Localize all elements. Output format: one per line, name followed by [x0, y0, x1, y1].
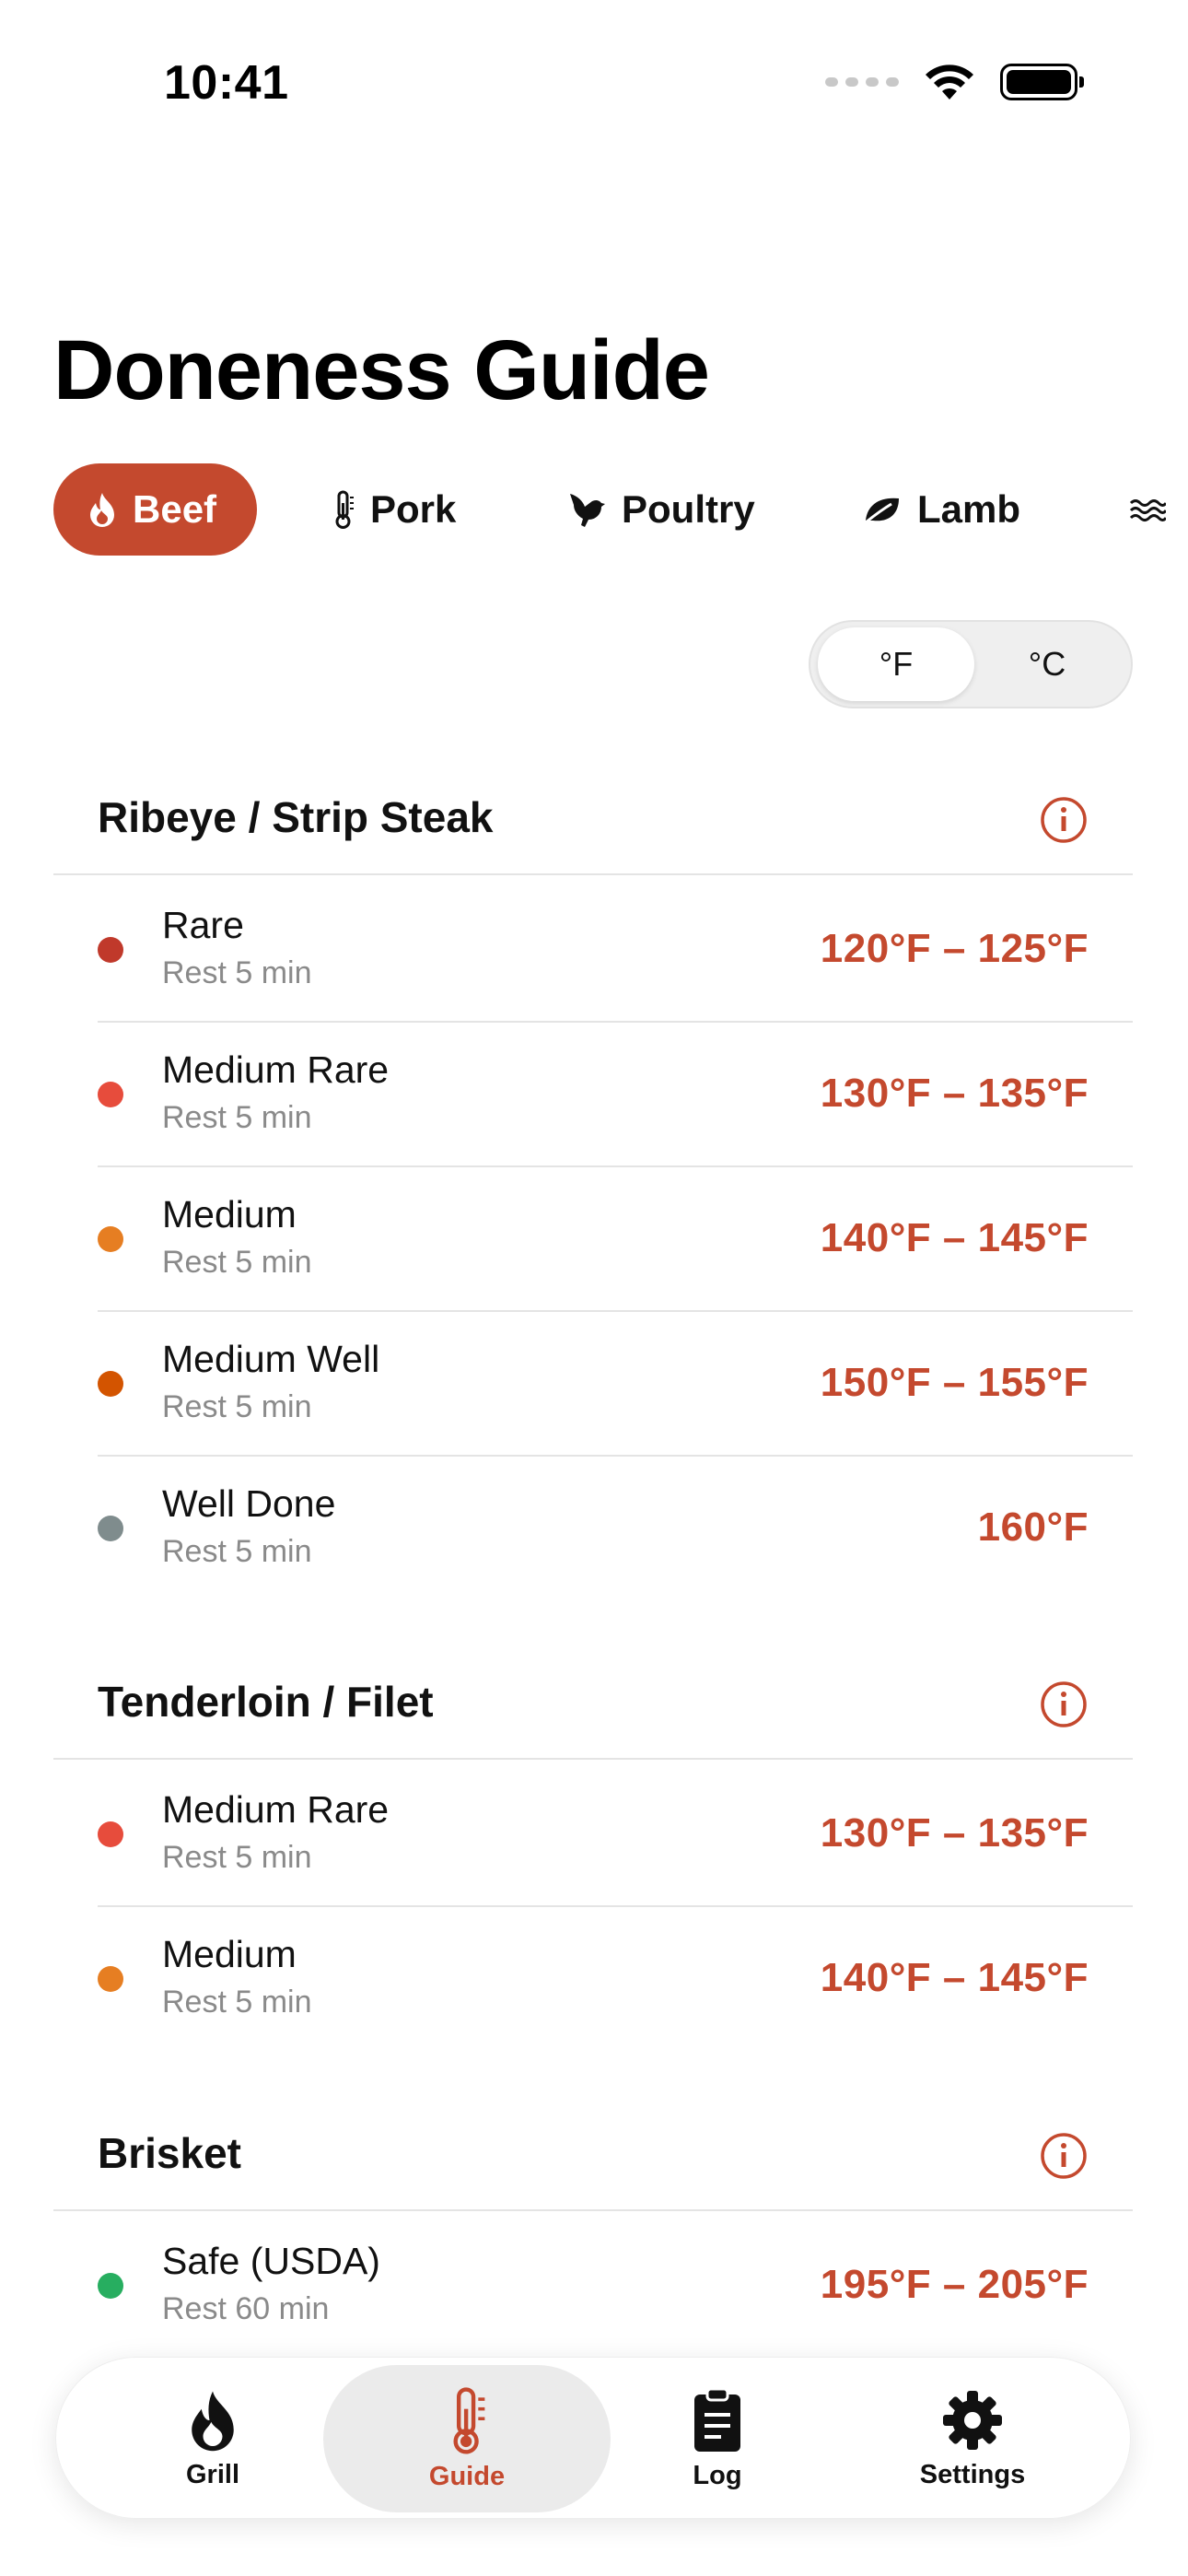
list-item[interactable]: Medium Rest 5 min 140°F – 145°F: [98, 1167, 1133, 1312]
tabbar-label: Log: [693, 2460, 742, 2490]
thermometer-icon: [335, 490, 354, 529]
tab-lamb[interactable]: Lamb: [862, 463, 1020, 556]
section-header: Tenderloin / Filet: [53, 1649, 1133, 1760]
rest-time: Rest 5 min: [162, 1840, 312, 1875]
doneness-name: Well Done: [162, 1482, 336, 1525]
tab-label: Lamb: [917, 487, 1021, 531]
temperature-range: 160°F: [977, 1505, 1089, 1550]
doneness-color-dot: [98, 937, 123, 963]
tab-beef[interactable]: Beef: [53, 463, 258, 556]
tabbar-item-grill[interactable]: Grill: [84, 2358, 342, 2520]
doneness-color-dot: [98, 1966, 123, 1992]
doneness-color-dot: [98, 1082, 123, 1107]
temperature-range: 130°F – 135°F: [820, 1810, 1089, 1856]
status-time: 10:41: [164, 56, 289, 110]
clipboard-icon: [694, 2387, 740, 2452]
doneness-name: Medium Rare: [162, 1788, 390, 1831]
tabbar-label: Guide: [428, 2461, 506, 2491]
tabbar-item-guide[interactable]: Guide: [323, 2365, 611, 2512]
flame-icon: [192, 2391, 234, 2451]
battery-icon: [1000, 64, 1084, 100]
doneness-color-dot: [98, 2273, 123, 2299]
doneness-name: Medium Well: [162, 1338, 380, 1380]
cellular-signal-icon: [825, 77, 899, 87]
category-tabs: Beef Pork Poultry Lamb: [53, 463, 1188, 557]
temperature-range: 140°F – 145°F: [820, 1955, 1089, 2000]
section-header: Ribeye / Strip Steak: [53, 765, 1133, 875]
info-icon[interactable]: [1039, 2131, 1089, 2181]
tabbar-label: Settings: [919, 2459, 1026, 2489]
page-title: Doneness Guide: [53, 323, 710, 417]
doneness-name: Medium: [162, 1193, 297, 1235]
rest-time: Rest 5 min: [162, 1389, 312, 1424]
unit-celsius-option[interactable]: °C: [969, 627, 1125, 701]
gear-icon: [943, 2390, 1002, 2450]
doneness-color-dot: [98, 1371, 123, 1397]
status-icons: [825, 63, 1084, 101]
temperature-range: 140°F – 145°F: [820, 1215, 1089, 1260]
doneness-color-dot: [98, 1516, 123, 1541]
doneness-name: Medium Rare: [162, 1048, 390, 1091]
tab-label: Poultry: [622, 487, 755, 531]
section-title: Brisket: [98, 2129, 241, 2177]
list-item[interactable]: Medium Rare Rest 5 min 130°F – 135°F: [98, 1762, 1133, 1907]
wifi-icon: [926, 64, 973, 100]
list-item[interactable]: Medium Rest 5 min 140°F – 145°F: [98, 1907, 1133, 2052]
list-item[interactable]: Well Done Rest 5 min 160°F: [98, 1457, 1133, 1601]
temperature-range: 150°F – 155°F: [820, 1360, 1089, 1405]
temperature-range: 195°F – 205°F: [820, 2262, 1089, 2307]
tab-pork[interactable]: Pork: [332, 463, 456, 556]
temperature-range: 120°F – 125°F: [820, 926, 1089, 971]
temperature-range: 130°F – 135°F: [820, 1071, 1089, 1116]
thermometer-icon: [453, 2386, 485, 2454]
info-icon[interactable]: [1039, 795, 1089, 845]
section-header: Brisket: [53, 2101, 1133, 2211]
status-bar: 10:41: [0, 0, 1188, 175]
list-item[interactable]: Medium Well Rest 5 min 150°F – 155°F: [98, 1312, 1133, 1457]
unit-toggle: °F °C: [809, 620, 1133, 708]
bottom-tab-bar: Grill Guide Log Settings: [55, 2357, 1131, 2519]
doneness-color-dot: [98, 1821, 123, 1847]
doneness-name: Medium: [162, 1933, 297, 1975]
tab-seafood[interactable]: [1129, 463, 1181, 556]
unit-fahrenheit-option[interactable]: °F: [818, 627, 974, 701]
tab-label: Pork: [370, 487, 457, 531]
tabbar-item-settings[interactable]: Settings: [844, 2358, 1101, 2520]
list-item[interactable]: Safe (USDA) Rest 60 min 195°F – 205°F: [98, 2214, 1133, 2359]
rest-time: Rest 5 min: [162, 955, 312, 990]
doneness-name: Safe (USDA): [162, 2240, 380, 2282]
info-icon[interactable]: [1039, 1680, 1089, 1729]
waves-icon: [1129, 499, 1166, 521]
tab-label: Beef: [133, 487, 217, 531]
rest-time: Rest 5 min: [162, 1100, 312, 1135]
rest-time: Rest 5 min: [162, 1534, 312, 1569]
rest-time: Rest 5 min: [162, 1985, 312, 2020]
doneness-name: Rare: [162, 904, 244, 946]
rest-time: Rest 60 min: [162, 2291, 330, 2326]
bird-icon: [570, 494, 605, 527]
leaf-icon: [865, 498, 899, 524]
tab-poultry[interactable]: Poultry: [565, 463, 755, 556]
section-title: Tenderloin / Filet: [98, 1678, 434, 1726]
section-title: Ribeye / Strip Steak: [98, 793, 494, 841]
flame-icon: [90, 493, 114, 527]
doneness-color-dot: [98, 1226, 123, 1252]
tabbar-item-log[interactable]: Log: [588, 2358, 846, 2520]
tabbar-label: Grill: [185, 2459, 239, 2489]
list-item[interactable]: Medium Rare Rest 5 min 130°F – 135°F: [98, 1023, 1133, 1167]
rest-time: Rest 5 min: [162, 1245, 312, 1280]
list-item[interactable]: Rare Rest 5 min 120°F – 125°F: [98, 878, 1133, 1023]
